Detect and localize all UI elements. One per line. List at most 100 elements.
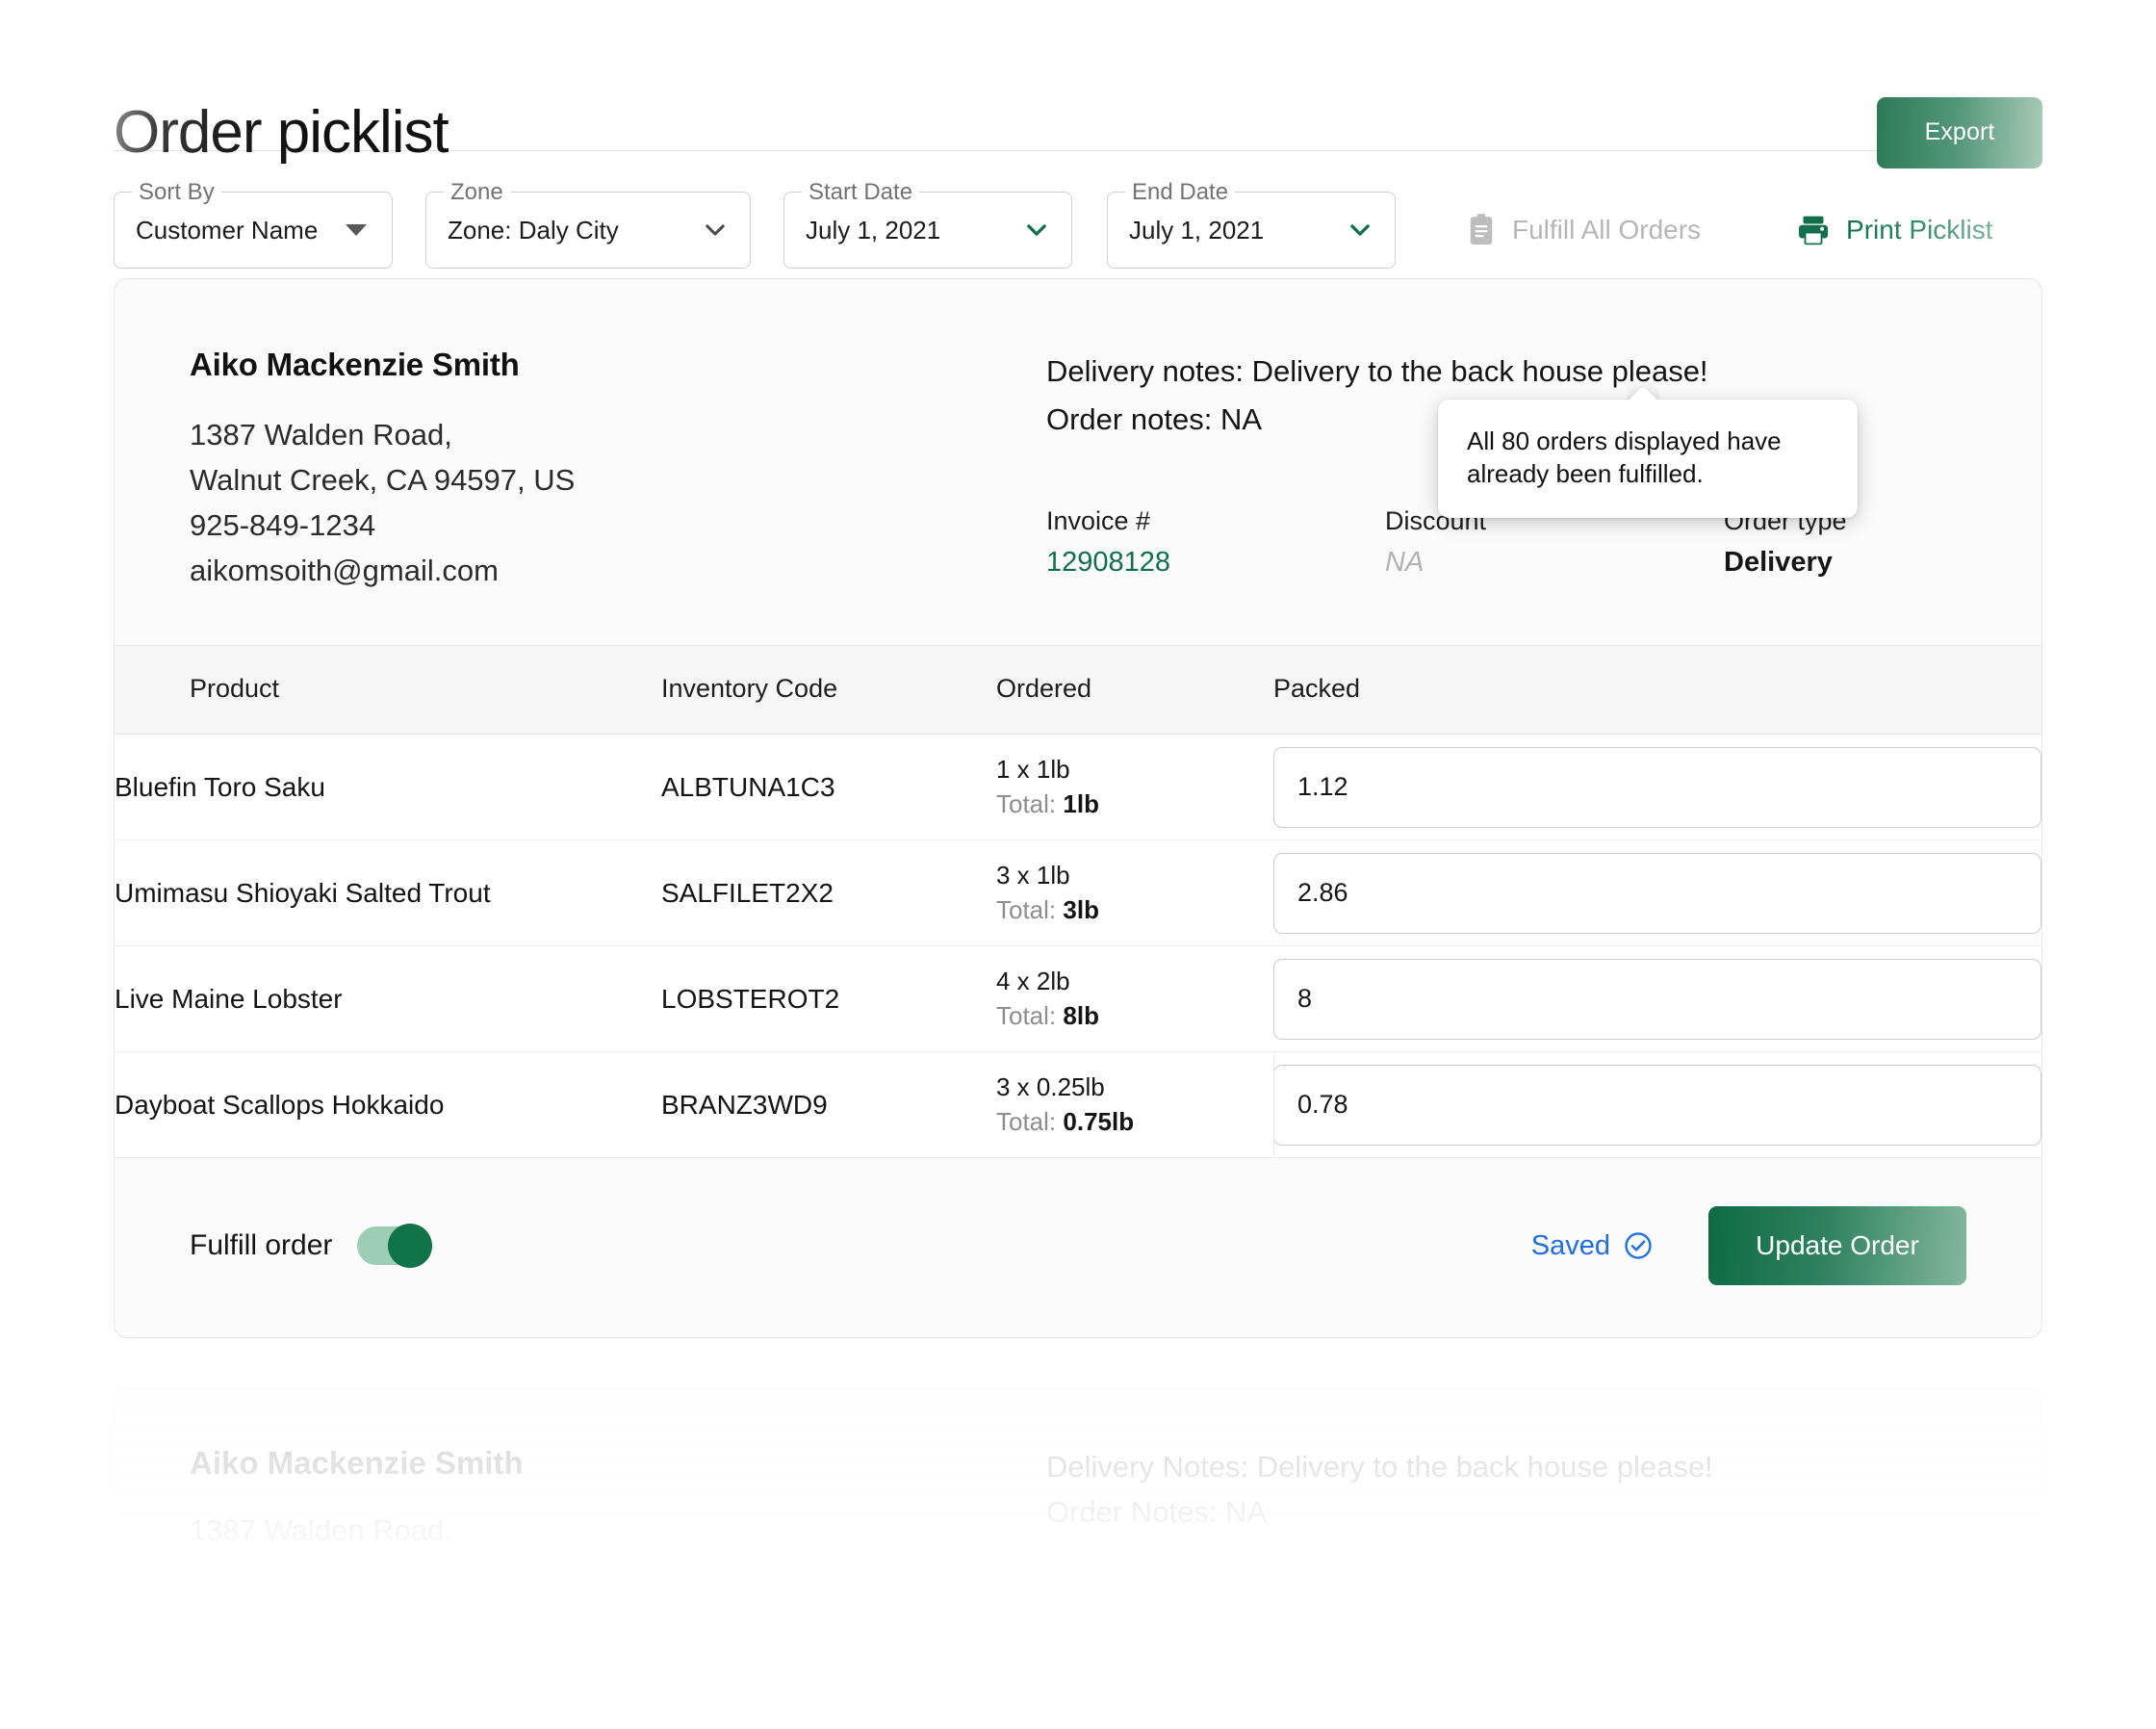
printer-icon <box>1799 216 1829 245</box>
tooltip-text: All 80 orders displayed have already bee… <box>1467 426 1782 489</box>
cell-packed <box>1273 945 2041 1053</box>
customer-address-line1: 1387 Walden Road, <box>190 418 452 452</box>
fulfill-all-orders-label: Fulfill All Orders <box>1512 215 1702 245</box>
picklist-table-body: Bluefin Toro Saku ALBTUNA1C3 1 x 1lb Tot… <box>115 734 2041 1159</box>
order-picklist-page: Order picklist Export Sort By Customer N… <box>0 0 2156 1729</box>
toolbar-actions: Fulfill All Orders Print Picklist <box>1467 192 1993 269</box>
next-order-address: 1387 Walden Road, <box>190 1513 452 1543</box>
end-date-select[interactable]: End Date July 1, 2021 <box>1107 180 1396 269</box>
ordered-qty: 3 x 1lb <box>996 861 1070 890</box>
zone-value: Zone: Daly City <box>448 215 619 245</box>
delivery-notes-value: Delivery to the back house please! <box>1251 354 1708 388</box>
ordered-qty: 4 x 2lb <box>996 967 1070 996</box>
start-date-select[interactable]: Start Date July 1, 2021 <box>783 180 1072 269</box>
page-header: Order picklist Export <box>114 0 2042 168</box>
packed-input[interactable] <box>1273 852 2041 934</box>
start-date-label: Start Date <box>802 180 920 205</box>
ordered-total: Total: 8lb <box>996 1000 1099 1030</box>
print-picklist-button[interactable]: Print Picklist <box>1797 215 1993 245</box>
end-date-value: July 1, 2021 <box>1129 215 1265 245</box>
picklist-table: Product Inventory Code Ordered Packed Bl… <box>115 645 2041 1159</box>
picklist-table-head: Product Inventory Code Ordered Packed <box>115 645 2041 735</box>
invoice-label: Invoice # <box>1046 506 1151 536</box>
table-row: Umimasu Shioyaki Salted Trout SALFILET2X… <box>115 839 2041 947</box>
toggle-knob <box>388 1224 433 1269</box>
fulfill-order-label: Fulfill order <box>190 1229 333 1262</box>
table-row: Bluefin Toro Saku ALBTUNA1C3 1 x 1lb Tot… <box>115 734 2041 841</box>
column-header-inventory-code: Inventory Code <box>661 645 996 735</box>
column-header-ordered: Ordered <box>996 645 1273 735</box>
column-header-packed: Packed <box>1273 645 2041 735</box>
saved-label: Saved <box>1530 1229 1610 1261</box>
next-order-customer: Aiko Mackenzie Smith 1387 Walden Road, <box>190 1445 1046 1543</box>
discount-value: NA <box>1385 547 1424 579</box>
chevron-down-icon <box>1350 224 1370 236</box>
saved-status: Saved <box>1531 1230 1653 1262</box>
cell-product: Dayboat Scallops Hokkaido <box>115 1051 661 1159</box>
customer-name: Aiko Mackenzie Smith <box>190 347 520 382</box>
cell-product: Umimasu Shioyaki Salted Trout <box>115 839 661 947</box>
next-order-customer-name: Aiko Mackenzie Smith <box>190 1445 524 1482</box>
tooltip-arrow <box>1627 385 1659 401</box>
cell-packed <box>1273 1051 2041 1159</box>
invoice-value[interactable]: 12908128 <box>1046 547 1385 579</box>
cell-product: Live Maine Lobster <box>115 945 661 1053</box>
next-order-order-notes: Order Notes: NA <box>1046 1494 1268 1529</box>
check-circle-icon <box>1625 1232 1652 1260</box>
delivery-notes-label: Delivery notes: <box>1046 354 1245 388</box>
fulfill-order-control: Fulfill order <box>190 1224 433 1269</box>
update-order-button[interactable]: Update Order <box>1708 1206 1966 1286</box>
filter-toolbar: Sort By Customer Name Zone Zone: Daly Ci… <box>114 151 2042 278</box>
chevron-down-icon <box>1027 224 1046 236</box>
cell-ordered: 3 x 1lb Total: 3lb <box>996 839 1273 947</box>
sort-by-label: Sort By <box>132 180 221 205</box>
caret-down-icon <box>346 224 367 236</box>
cell-packed <box>1273 734 2041 841</box>
sort-by-value: Customer Name <box>136 215 319 245</box>
fulfill-all-orders-button: Fulfill All Orders <box>1467 213 1701 247</box>
clipboard-icon <box>1470 214 1493 245</box>
order-notes-value: NA <box>1219 402 1263 437</box>
customer-address-line2: Walnut Creek, CA 94597, US <box>190 463 576 498</box>
zone-label: Zone <box>444 180 510 205</box>
cell-ordered: 1 x 1lb Total: 1lb <box>996 734 1273 841</box>
ordered-qty: 1 x 1lb <box>996 755 1070 785</box>
cell-inventory-code: SALFILET2X2 <box>661 839 996 947</box>
customer-details: Aiko Mackenzie Smith 1387 Walden Road, W… <box>190 347 1046 593</box>
column-header-product: Product <box>115 645 661 735</box>
packed-input[interactable] <box>1273 1064 2041 1146</box>
print-picklist-label: Print Picklist <box>1846 215 1993 245</box>
cell-inventory-code: LOBSTEROT2 <box>661 945 996 1053</box>
end-date-label: End Date <box>1125 180 1236 205</box>
cell-inventory-code: ALBTUNA1C3 <box>661 734 996 841</box>
cell-product: Bluefin Toro Saku <box>115 734 661 841</box>
next-order-preview-inner: Aiko Mackenzie Smith 1387 Walden Road, D… <box>190 1445 1966 1543</box>
delivery-notes: Delivery notes: Delivery to the back hou… <box>1046 350 1966 393</box>
customer-email: aikomsoith@gmail.com <box>190 554 499 588</box>
zone-select[interactable]: Zone Zone: Daly City <box>425 180 751 269</box>
fulfill-all-tooltip: All 80 orders displayed have already bee… <box>1438 400 1858 518</box>
customer-phone: 925-849-1234 <box>190 508 376 543</box>
start-date-value: July 1, 2021 <box>806 215 941 245</box>
table-row: Dayboat Scallops Hokkaido BRANZ3WD9 3 x … <box>115 1051 2041 1159</box>
order-type-value: Delivery <box>1724 547 1833 579</box>
cell-ordered: 3 x 0.25lb Total: 0.75lb <box>996 1051 1273 1159</box>
chevron-down-icon <box>706 224 725 236</box>
ordered-qty: 3 x 0.25lb <box>996 1072 1105 1102</box>
cell-ordered: 4 x 2lb Total: 8lb <box>996 945 1273 1053</box>
ordered-total: Total: 0.75lb <box>996 1106 1135 1136</box>
footer-actions: Saved Update Order <box>1531 1206 1966 1286</box>
order-notes-label: Order notes: <box>1046 402 1213 437</box>
packed-input[interactable] <box>1273 958 2041 1040</box>
table-row: Live Maine Lobster LOBSTEROT2 4 x 2lb To… <box>115 945 2041 1053</box>
table-header-row: Product Inventory Code Ordered Packed <box>115 645 2041 735</box>
fulfill-order-toggle[interactable] <box>357 1224 433 1269</box>
next-order-notes: Delivery Notes: Delivery to the back hou… <box>1046 1445 1966 1541</box>
packed-input[interactable] <box>1273 746 2041 828</box>
invoice-block: Invoice # 12908128 <box>1046 506 1385 579</box>
cell-packed <box>1273 839 2041 947</box>
order-card-footer: Fulfill order Saved Update Order <box>115 1158 2041 1338</box>
sort-by-select[interactable]: Sort By Customer Name <box>114 180 393 269</box>
ordered-total: Total: 1lb <box>996 788 1099 818</box>
next-order-preview-card[interactable]: Aiko Mackenzie Smith 1387 Walden Road, D… <box>114 1388 2042 1543</box>
